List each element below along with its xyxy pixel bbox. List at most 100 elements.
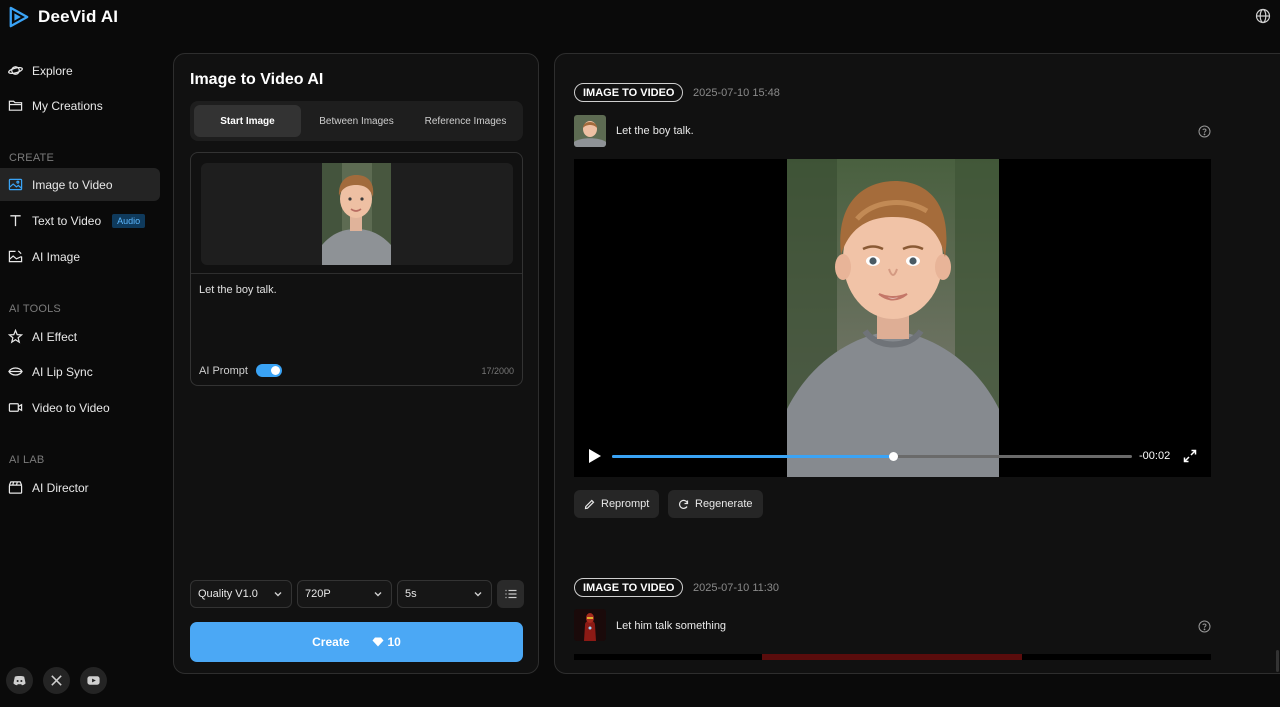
pencil-icon — [584, 499, 595, 509]
prompt-input[interactable]: Let the boy talk. — [199, 284, 277, 296]
create-label: Create — [312, 635, 350, 649]
help-circle-icon[interactable] — [1198, 620, 1211, 633]
sidebar-item-label: Text to Video — [32, 213, 102, 228]
progress-fill — [612, 455, 893, 458]
deevid-logo-icon — [9, 6, 29, 28]
reprompt-label: Reprompt — [601, 498, 650, 510]
youtube-button[interactable] — [80, 667, 107, 694]
diamond-icon — [372, 637, 383, 647]
time-remaining: -00:02 — [1139, 450, 1171, 462]
sidebar-item-ai-image[interactable]: AI Image — [0, 240, 160, 273]
progress-handle[interactable] — [888, 452, 898, 461]
uploaded-image-thumbnail — [322, 163, 391, 265]
play-icon[interactable] — [588, 448, 602, 464]
sidebar-item-ai-director[interactable]: AI Director — [0, 471, 160, 504]
youtube-icon — [87, 676, 100, 685]
timestamp: 2025-07-10 15:48 — [693, 87, 780, 99]
credit-value: 10 — [387, 635, 401, 649]
tab-between-images[interactable]: Between Images — [303, 105, 410, 137]
sidebar-item-label: Video to Video — [32, 400, 110, 415]
tab-start-image[interactable]: Start Image — [194, 105, 301, 137]
image-upload-box[interactable]: Let the boy talk. AI Prompt 17/2000 — [190, 152, 523, 386]
sparkle-icon — [8, 329, 23, 344]
section-create: CREATE — [9, 152, 55, 164]
reprompt-button[interactable]: Reprompt — [574, 490, 660, 518]
chevron-down-icon — [474, 592, 482, 597]
source-image-thumbnail[interactable] — [574, 115, 606, 147]
globe-icon[interactable] — [1255, 8, 1271, 24]
item-prompt: Let him talk something — [616, 620, 727, 632]
refresh-icon — [679, 499, 689, 509]
sidebar-item-label: AI Lip Sync — [32, 364, 93, 379]
video-player[interactable]: -00:02 — [574, 159, 1211, 477]
sidebar-item-label: Image to Video — [32, 177, 113, 192]
x-icon — [51, 675, 62, 686]
list-icon — [505, 589, 516, 599]
scrollbar[interactable] — [1276, 650, 1279, 672]
folder-icon — [8, 100, 23, 111]
sidebar: Explore My Creations CREATE Image to Vid… — [0, 52, 162, 652]
duration-value: 5s — [405, 588, 417, 600]
sidebar-item-explore[interactable]: Explore — [0, 54, 160, 87]
regenerate-label: Regenerate — [695, 498, 753, 510]
app-logo[interactable]: DeeVid AI — [8, 6, 118, 28]
regenerate-button[interactable]: Regenerate — [668, 490, 763, 518]
sidebar-item-my-creations[interactable]: My Creations — [0, 89, 160, 122]
sidebar-item-ai-lip-sync[interactable]: AI Lip Sync — [0, 355, 160, 388]
sidebar-item-image-to-video[interactable]: Image to Video — [0, 168, 160, 201]
quality-value: Quality V1.0 — [198, 588, 258, 600]
type-badge: IMAGE TO VIDEO — [574, 83, 684, 102]
clapper-icon — [8, 481, 23, 494]
help-circle-icon[interactable] — [1198, 125, 1211, 138]
generation-settings: Quality V1.0 720P 5s — [190, 580, 524, 608]
page-title: Image to Video AI — [190, 71, 324, 88]
planet-icon — [8, 66, 23, 75]
sidebar-item-label: Explore — [32, 63, 73, 78]
sidebar-item-label: AI Image — [32, 249, 81, 264]
ai-prompt-label: AI Prompt — [199, 364, 248, 377]
video-progress-bar[interactable] — [612, 452, 1132, 461]
x-button[interactable] — [43, 667, 70, 694]
chevron-down-icon — [274, 592, 282, 597]
ai-prompt-toggle[interactable] — [255, 364, 282, 377]
ai-prompt-control: AI Prompt — [199, 364, 282, 377]
sidebar-item-text-to-video[interactable]: Text to Video Audio — [0, 204, 160, 237]
item-prompt: Let the boy talk. — [616, 125, 694, 137]
fullscreen-icon[interactable] — [1183, 449, 1197, 463]
mode-tabs: Start Image Between Images Reference Ima… — [190, 101, 523, 141]
app-name: DeeVid AI — [38, 7, 119, 26]
audio-badge: Audio — [112, 213, 146, 228]
video-player[interactable] — [574, 654, 1211, 660]
divider — [191, 273, 522, 274]
sidebar-item-label: AI Director — [32, 480, 89, 495]
image-edit-icon — [8, 250, 23, 263]
tab-reference-images[interactable]: Reference Images — [412, 105, 519, 137]
image-preview[interactable] — [201, 163, 513, 265]
quality-select[interactable]: Quality V1.0 — [190, 580, 292, 608]
sidebar-item-label: AI Effect — [32, 329, 78, 344]
duration-select[interactable]: 5s — [397, 580, 492, 608]
section-ai-tools: AI TOOLS — [9, 303, 61, 315]
resolution-value: 720P — [305, 588, 331, 600]
type-badge: IMAGE TO VIDEO — [574, 578, 684, 597]
video-frame — [787, 159, 999, 477]
more-settings-button[interactable] — [497, 580, 524, 608]
char-counter: 17/2000 — [481, 366, 514, 376]
resolution-select[interactable]: 720P — [297, 580, 392, 608]
text-icon — [10, 215, 21, 227]
create-button[interactable]: Create 10 — [190, 622, 523, 662]
history-panel: IMAGE TO VIDEO 2025-07-10 15:48 Let the … — [554, 53, 1280, 674]
image-icon — [8, 178, 23, 191]
chevron-down-icon — [374, 592, 382, 597]
sidebar-item-video-to-video[interactable]: Video to Video — [0, 391, 160, 424]
timestamp: 2025-07-10 11:30 — [693, 582, 780, 594]
credit-cost: 10 — [372, 635, 401, 649]
video-frame — [762, 654, 1022, 660]
social-links — [6, 667, 107, 694]
video-camera-icon — [8, 403, 23, 412]
discord-icon — [13, 676, 26, 686]
source-image-thumbnail[interactable] — [574, 609, 606, 641]
discord-button[interactable] — [6, 667, 33, 694]
editor-panel: Image to Video AI Start Image Between Im… — [173, 53, 539, 674]
sidebar-item-ai-effect[interactable]: AI Effect — [0, 320, 160, 353]
